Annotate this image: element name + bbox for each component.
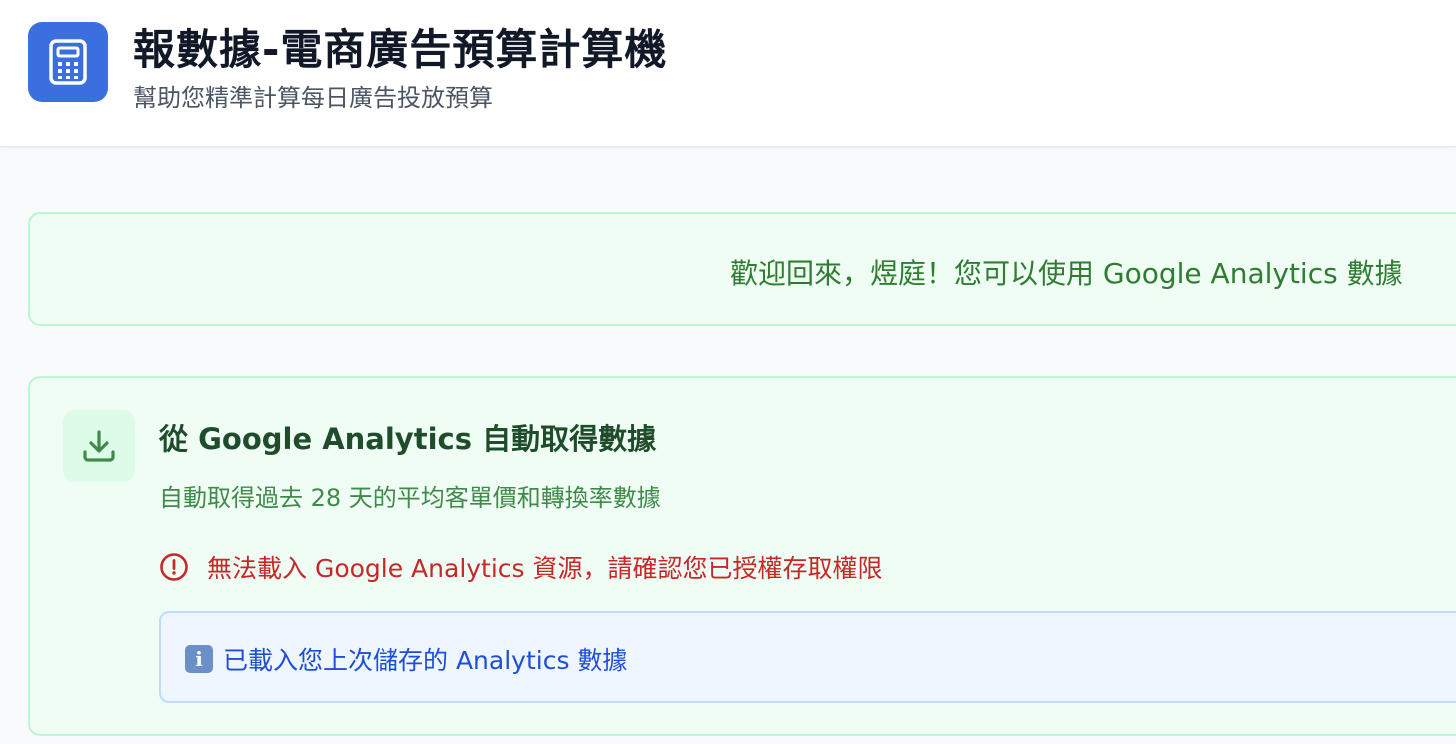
info-notice: i 已載入您上次儲存的 Analytics 數據 xyxy=(159,611,1456,703)
info-notice-text: 已載入您上次儲存的 Analytics 數據 xyxy=(223,646,628,675)
page-title: 報數據-電商廣告預算計算機 xyxy=(133,25,668,74)
download-icon xyxy=(63,410,135,482)
analytics-card: 從 Google Analytics 自動取得數據 自動取得過去 28 天的平均… xyxy=(28,376,1456,736)
analytics-card-description: 自動取得過去 28 天的平均客單價和轉換率數據 xyxy=(159,484,661,512)
calculator-icon xyxy=(28,22,108,102)
analytics-card-title: 從 Google Analytics 自動取得數據 xyxy=(159,422,657,456)
welcome-message: 歡迎回來，煜庭！您可以使用 Google Analytics 數據 xyxy=(730,257,1403,290)
info-icon: i xyxy=(185,645,213,673)
welcome-banner: 歡迎回來，煜庭！您可以使用 Google Analytics 數據 xyxy=(28,212,1456,326)
alert-circle-icon xyxy=(159,552,189,582)
page-subtitle: 幫助您精準計算每日廣告投放預算 xyxy=(133,84,493,112)
error-message: 無法載入 Google Analytics 資源，請確認您已授權存取權限 xyxy=(159,550,883,584)
error-message-text: 無法載入 Google Analytics 資源，請確認您已授權存取權限 xyxy=(207,554,883,583)
info-notice-row: i 已載入您上次儲存的 Analytics 數據 xyxy=(185,641,627,677)
app-header: 報數據-電商廣告預算計算機 幫助您精準計算每日廣告投放預算 xyxy=(0,0,1456,147)
